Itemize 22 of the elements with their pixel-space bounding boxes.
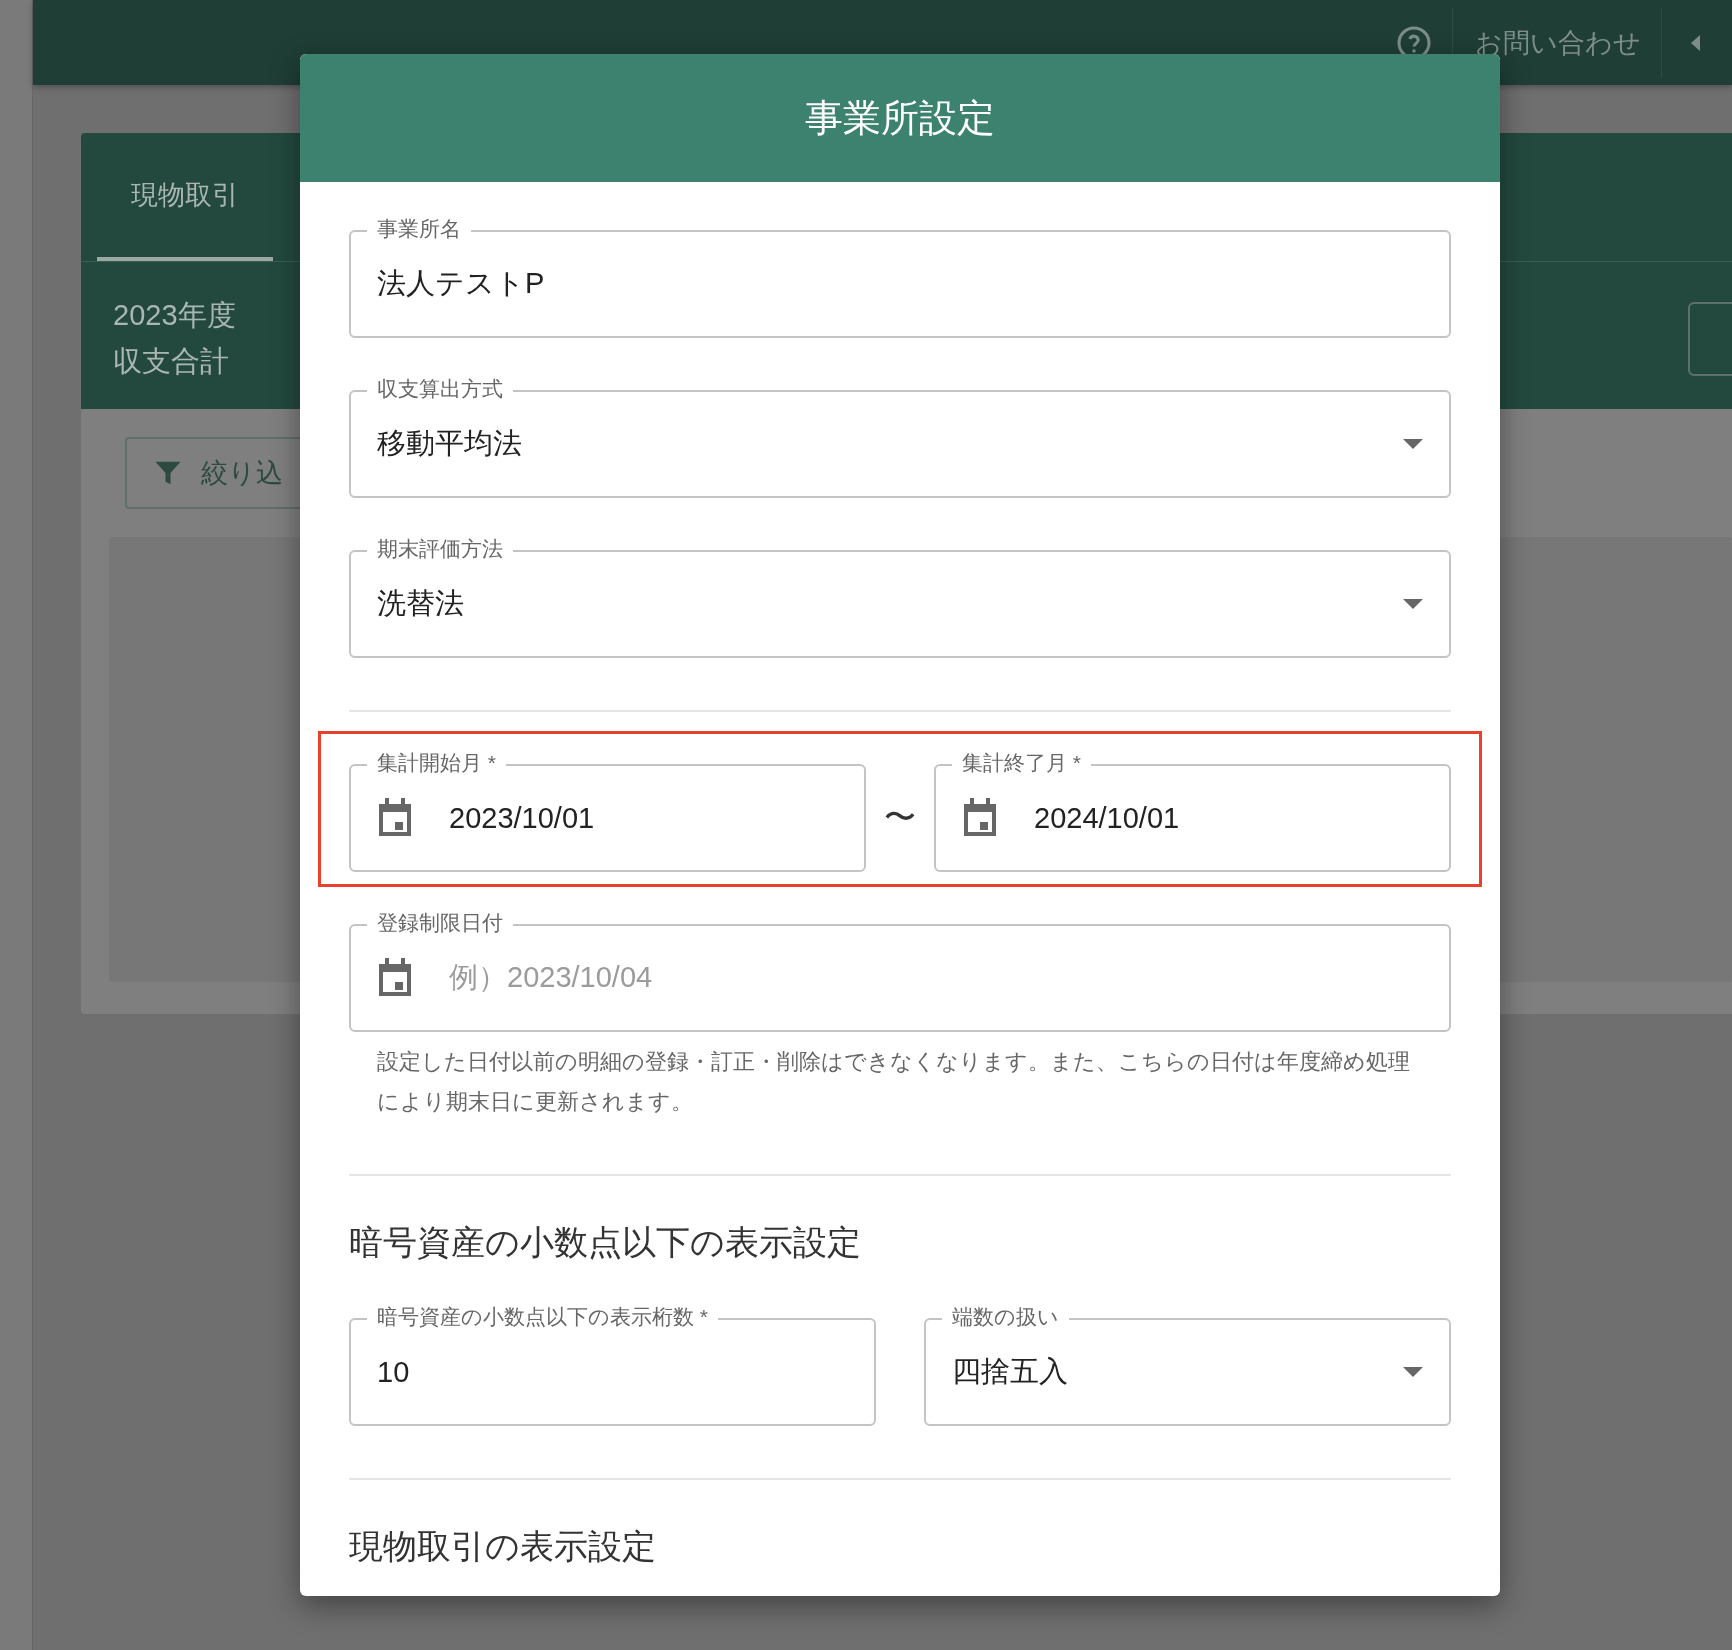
summary-label: 収支合計 (113, 344, 229, 379)
field-label: 集計開始月 * (367, 750, 506, 776)
summary-label: 2023年度 (113, 298, 236, 333)
range-separator: 〜 (884, 798, 916, 837)
section-heading: 現物取引の表示設定 (349, 1526, 657, 1567)
field-label: 端数の扱い (942, 1304, 1069, 1330)
caret-icon (1403, 1367, 1423, 1377)
calendar-icon (962, 798, 998, 838)
field-label: 事業所名 (367, 216, 471, 242)
field-label: 集計終了月 * (952, 750, 1091, 776)
field-label: 収支算出方式 (367, 376, 513, 402)
field-label: 暗号資産の小数点以下の表示桁数 * (367, 1304, 718, 1330)
dialog-title: 事業所設定 (805, 95, 995, 141)
calendar-icon (377, 958, 413, 998)
field-label: 期末評価方法 (367, 536, 513, 562)
calendar-icon (377, 798, 413, 838)
caret-icon (1403, 439, 1423, 449)
field-label: 登録制限日付 (367, 910, 513, 936)
helper-text: 設定した日付以前の明細の登録・訂正・削除はできなくなります。また、こちらの日付は年度締め処理により期末日に更新されます。 (377, 1048, 1411, 1116)
section-heading: 暗号資産の小数点以下の表示設定 (349, 1222, 862, 1263)
caret-icon (1403, 599, 1423, 609)
tab[interactable]: 現物取引 (97, 133, 273, 261)
